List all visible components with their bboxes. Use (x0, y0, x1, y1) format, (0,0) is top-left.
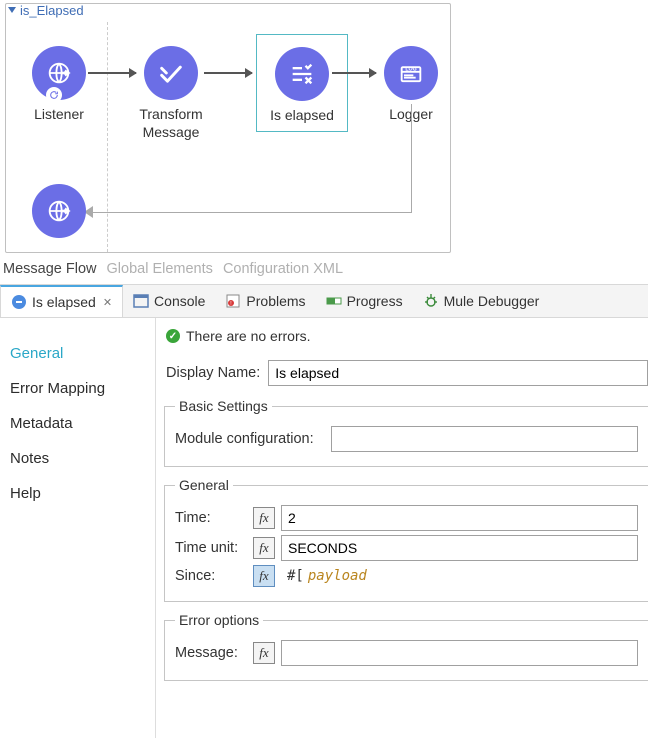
view-tab-label: Is elapsed (32, 294, 96, 310)
group-basic-settings: Basic Settings Module configuration: (164, 398, 648, 467)
sidebar-item-help[interactable]: Help (0, 476, 155, 511)
canvas-editor-tabs: Message Flow Global Elements Configurati… (3, 259, 645, 281)
fx-button[interactable]: fx (253, 642, 275, 664)
sidebar-item-error-mapping[interactable]: Error Mapping (0, 371, 155, 406)
time-input[interactable] (281, 505, 638, 531)
component-icon (11, 294, 27, 310)
group-general: General Time: fx Time unit: fx Since: fx… (164, 477, 648, 602)
properties-sidebar: General Error Mapping Metadata Notes Hel… (0, 318, 156, 738)
view-tab-is-elapsed[interactable]: Is elapsed ✕ (0, 285, 123, 317)
view-tab-label: Console (154, 293, 205, 309)
view-tab-label: Mule Debugger (444, 293, 540, 309)
fx-button[interactable]: fx (253, 507, 275, 529)
connector-line (411, 104, 412, 212)
flow-title[interactable]: is_Elapsed (8, 3, 84, 18)
console-icon (133, 293, 149, 309)
view-tab-label: Problems (246, 293, 305, 309)
ok-icon: ✓ (166, 329, 180, 343)
status-row: ✓ There are no errors. (164, 326, 648, 354)
fx-button[interactable]: fx (253, 565, 275, 587)
http-listener-icon (32, 46, 86, 100)
progress-icon (326, 293, 342, 309)
node-is-elapsed[interactable]: Is elapsed (256, 34, 348, 132)
views-tabstrip: Is elapsed ✕ Console ! Problems Progress… (0, 284, 648, 318)
properties-form: ✓ There are no errors. Display Name: Bas… (156, 318, 648, 738)
sidebar-item-notes[interactable]: Notes (0, 441, 155, 476)
view-tab-progress[interactable]: Progress (316, 285, 413, 317)
flow-canvas: is_Elapsed Listener (0, 0, 648, 284)
time-unit-label: Time unit: (175, 540, 247, 556)
module-config-input[interactable] (331, 426, 638, 452)
since-prefix: #[ (287, 568, 304, 584)
node-label: Is elapsed (257, 107, 347, 125)
tab-config-xml[interactable]: Configuration XML (223, 261, 343, 277)
node-response[interactable] (14, 184, 104, 238)
message-label: Message: (175, 645, 247, 661)
svg-text:LOG: LOG (405, 67, 416, 73)
transform-icon (144, 46, 198, 100)
display-name-input[interactable] (268, 360, 648, 386)
since-input[interactable]: #[ payload (281, 565, 638, 587)
refresh-badge-icon (46, 87, 62, 103)
arrow-icon (332, 72, 376, 74)
since-label: Since: (175, 568, 247, 584)
tab-message-flow[interactable]: Message Flow (3, 261, 96, 277)
debugger-icon (423, 293, 439, 309)
problems-icon: ! (225, 293, 241, 309)
tab-global-elements[interactable]: Global Elements (107, 261, 213, 277)
display-name-label: Display Name: (166, 365, 260, 381)
node-label: Transform Message (126, 106, 216, 141)
arrow-icon (204, 72, 252, 74)
fx-button[interactable]: fx (253, 537, 275, 559)
group-error-options: Error options Message: fx (164, 612, 648, 681)
status-text: There are no errors. (186, 328, 311, 344)
sidebar-item-general[interactable]: General (0, 336, 155, 371)
sidebar-item-metadata[interactable]: Metadata (0, 406, 155, 441)
group-legend: Error options (175, 612, 263, 628)
properties-panel: General Error Mapping Metadata Notes Hel… (0, 318, 648, 738)
svg-text:!: ! (231, 301, 232, 307)
connector-line (92, 212, 412, 213)
validation-icon (275, 47, 329, 101)
module-config-label: Module configuration: (175, 431, 325, 447)
view-tab-mule-debugger[interactable]: Mule Debugger (413, 285, 550, 317)
close-icon[interactable]: ✕ (103, 296, 112, 309)
since-value: payload (308, 568, 367, 584)
group-legend: Basic Settings (175, 398, 272, 414)
node-listener[interactable]: Listener (14, 46, 104, 124)
flow-container[interactable]: is_Elapsed Listener (5, 3, 451, 253)
view-tab-problems[interactable]: ! Problems (215, 285, 315, 317)
view-tab-console[interactable]: Console (123, 285, 215, 317)
node-transform[interactable]: Transform Message (126, 46, 216, 141)
http-response-icon (32, 184, 86, 238)
message-input[interactable] (281, 640, 638, 666)
time-label: Time: (175, 510, 247, 526)
group-legend: General (175, 477, 233, 493)
time-unit-input[interactable] (281, 535, 638, 561)
view-tab-label: Progress (347, 293, 403, 309)
arrow-icon (88, 72, 136, 74)
logger-icon: LOG (384, 46, 438, 100)
node-label: Listener (14, 106, 104, 124)
